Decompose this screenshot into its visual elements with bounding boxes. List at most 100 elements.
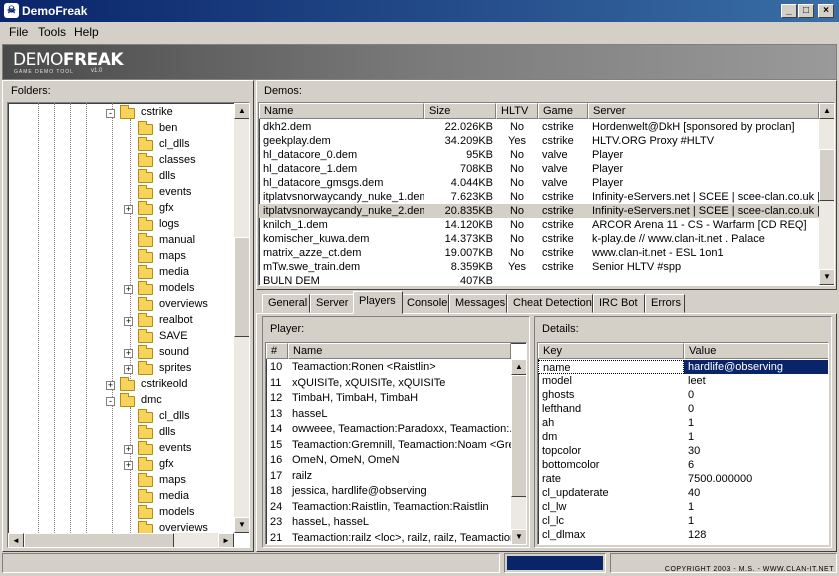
table-row[interactable]: 17 railz [266, 469, 511, 485]
tree-item[interactable]: + gfx [8, 457, 234, 473]
tab-errors[interactable]: Errors [645, 294, 685, 313]
tree-item[interactable]: - dmc [8, 393, 234, 409]
tab-players[interactable]: Players [353, 291, 403, 314]
table-row[interactable]: 15 Teamaction:Gremnill, Teamaction:Noam <… [266, 438, 511, 454]
scroll-down-icon[interactable]: ▼ [511, 529, 526, 544]
tab-server[interactable]: Server [310, 294, 355, 313]
table-row[interactable]: itplatvsnorwaycandy_nuke_1.dem 7.623KB No c… [259, 190, 819, 204]
table-row[interactable]: 24 Teamaction:Raistlin, Teamaction:Raistl… [266, 500, 511, 516]
tree-item[interactable]: + realbot [8, 313, 234, 329]
column-header[interactable]: Value [684, 343, 828, 359]
tree-item[interactable]: media [8, 489, 234, 505]
scroll-thumb[interactable] [234, 237, 249, 337]
table-row[interactable]: geekplay.dem 34.209KB Yes cstrike HLTV.ORG P… [259, 134, 819, 148]
table-row[interactable]: 11 xQUISITe, xQUISITe, xQUISITe [266, 376, 511, 392]
scroll-thumb[interactable] [24, 533, 174, 547]
table-row[interactable]: 14 owweee, Teamaction:Paradoxx, Teamactio… [266, 422, 511, 438]
column-header[interactable]: Name [259, 103, 424, 119]
tree-item[interactable]: cl_dlls [8, 409, 234, 425]
table-row[interactable]: 23 hasseL, hasseL [266, 515, 511, 531]
menu-tools[interactable]: Tools [38, 25, 66, 39]
expand-icon[interactable]: + [124, 349, 133, 358]
tree-item[interactable]: classes [8, 153, 234, 169]
tree-item[interactable]: + sprites [8, 361, 234, 377]
tree-item[interactable]: models [8, 505, 234, 521]
table-row[interactable]: 21 Teamaction:railz <loc>, railz, railz, … [266, 531, 511, 545]
column-header[interactable]: Server [588, 103, 819, 119]
tree-item[interactable]: dlls [8, 169, 234, 185]
table-row[interactable]: mTw.swe_train.dem 8.359KB Yes cstrike Senior… [259, 260, 819, 274]
table-row[interactable]: matrix_azze_ct.dem 19.007KB No cstrike www.c… [259, 246, 819, 260]
table-row[interactable]: BULN DEM 407KB [259, 274, 819, 285]
tree-item[interactable]: manual [8, 233, 234, 249]
scroll-down-icon[interactable]: ▼ [819, 269, 834, 285]
menu-help[interactable]: Help [74, 25, 99, 39]
scroll-up-icon[interactable]: ▲ [819, 103, 834, 119]
tree-item[interactable]: + cstrikeold [8, 377, 234, 393]
scroll-thumb[interactable] [819, 149, 834, 201]
table-row[interactable]: 16 OmeN, OmeN, OmeN [266, 453, 511, 469]
tree-item[interactable]: overviews [8, 297, 234, 313]
tree-item[interactable]: media [8, 265, 234, 281]
tree-item[interactable]: - cstrike [8, 105, 234, 121]
column-header[interactable]: Key [538, 343, 684, 359]
players-vertical-scrollbar[interactable]: ▲ ▼ [511, 359, 526, 544]
collapse-icon[interactable]: - [106, 109, 115, 118]
scroll-thumb[interactable] [511, 375, 526, 497]
expand-icon[interactable]: + [124, 445, 133, 454]
tree-item[interactable]: dlls [8, 425, 234, 441]
skull-icon[interactable]: ☠ [4, 3, 19, 18]
table-row[interactable]: cl_dlmax 128 [538, 528, 828, 542]
scroll-right-icon[interactable]: ► [218, 533, 234, 547]
column-header[interactable]: Name [288, 343, 511, 359]
tree-item[interactable]: ben [8, 121, 234, 137]
table-row[interactable]: cl_lc 1 [538, 514, 828, 528]
tab-irc-bot[interactable]: IRC Bot [593, 294, 645, 313]
column-header[interactable]: # [266, 343, 288, 359]
expand-icon[interactable]: + [124, 205, 133, 214]
table-row[interactable]: cl_updaterate 40 [538, 486, 828, 500]
table-row[interactable]: 12 TimbaH, TimbaH, TimbaH [266, 391, 511, 407]
details-list[interactable]: Key Value name hardlife@observing model leet… [537, 342, 829, 545]
expand-icon[interactable]: + [124, 365, 133, 374]
tree-item[interactable]: maps [8, 249, 234, 265]
close-icon[interactable]: × [818, 4, 834, 18]
expand-icon[interactable]: + [124, 317, 133, 326]
table-row[interactable]: hl_datacore_1.dem 708KB No valve Player [259, 162, 819, 176]
table-row[interactable]: dkh2.dem 22.026KB No cstrike Hordenwelt@DkH … [259, 120, 819, 134]
scroll-down-icon[interactable]: ▼ [234, 517, 249, 533]
table-row[interactable]: hl_datacore_0.dem 95KB No valve Player [259, 148, 819, 162]
minimize-icon[interactable]: _ [781, 4, 797, 18]
table-row[interactable]: name hardlife@observing [538, 360, 828, 374]
tree-item[interactable]: logs [8, 217, 234, 233]
maximize-icon[interactable]: □ [798, 4, 814, 18]
table-row[interactable]: ah 1 [538, 416, 828, 430]
table-row[interactable]: itplatvsnorwaycandy_nuke_2.dem 20.835KB No… [259, 204, 819, 218]
table-row[interactable]: 10 Teamaction:Ronen <Raistlin> [266, 360, 511, 376]
expand-icon[interactable]: + [124, 285, 133, 294]
expand-icon[interactable]: + [124, 461, 133, 470]
scroll-up-icon[interactable]: ▲ [511, 359, 526, 375]
tree-item[interactable]: + gfx [8, 201, 234, 217]
table-row[interactable]: 18 jessica, hardlife@observing [266, 484, 511, 500]
column-header[interactable]: Size [424, 103, 496, 119]
table-row[interactable]: cl_lw 1 [538, 500, 828, 514]
table-row[interactable]: bottomcolor 6 [538, 458, 828, 472]
tab-cheat-detection[interactable]: Cheat Detection [507, 294, 593, 313]
table-row[interactable]: rate 7500.000000 [538, 472, 828, 486]
collapse-icon[interactable]: - [106, 397, 115, 406]
column-header[interactable]: Game [538, 103, 588, 119]
tree-item[interactable]: + sound [8, 345, 234, 361]
tree-item[interactable]: + events [8, 441, 234, 457]
tree-item[interactable]: cl_dlls [8, 137, 234, 153]
table-row[interactable]: ghosts 0 [538, 388, 828, 402]
demos-list[interactable]: Name Size HLTV Game Server dkh2.dem 22.026KB N… [258, 102, 835, 286]
table-row[interactable]: 13 hasseL [266, 407, 511, 423]
table-row[interactable]: model leet [538, 374, 828, 388]
menu-file[interactable]: File [9, 25, 28, 39]
tree-item[interactable]: + models [8, 281, 234, 297]
column-header[interactable]: HLTV [496, 103, 538, 119]
tree-item[interactable]: events [8, 185, 234, 201]
tree-vertical-scrollbar[interactable]: ▲ ▼ [234, 103, 249, 533]
table-row[interactable]: topcolor 30 [538, 444, 828, 458]
